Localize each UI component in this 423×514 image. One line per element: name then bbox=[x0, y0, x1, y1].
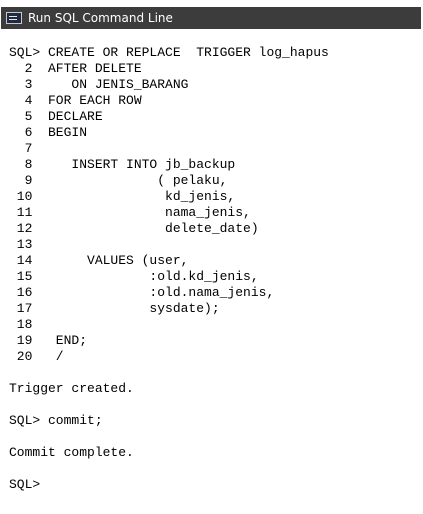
sql-prompt-input[interactable]: SQL> bbox=[9, 477, 419, 493]
console-line: 3 ON JENIS_BARANG bbox=[9, 77, 189, 92]
console-line: 6 BEGIN bbox=[9, 125, 88, 140]
console-line: 13 bbox=[9, 237, 33, 252]
console-line: Trigger created. bbox=[9, 381, 134, 396]
console-line: 5 DECLARE bbox=[9, 109, 103, 124]
console-line: 2 AFTER DELETE bbox=[9, 61, 142, 76]
console-line: SQL> commit; bbox=[9, 413, 103, 428]
console-line: 7 bbox=[9, 141, 33, 156]
console-line: 11 nama_jenis, bbox=[9, 205, 251, 220]
console-line: SQL> CREATE OR REPLACE TRIGGER log_hapus bbox=[9, 45, 329, 60]
console-line: 16 :old.nama_jenis, bbox=[9, 285, 275, 300]
console-line: 18 bbox=[9, 317, 33, 332]
console-line: 17 sysdate); bbox=[9, 301, 220, 316]
window-title: Run SQL Command Line bbox=[28, 11, 173, 25]
console-line: 8 INSERT INTO jb_backup bbox=[9, 157, 236, 172]
console-line: 20 / bbox=[9, 349, 64, 364]
console-line: 19 END; bbox=[9, 333, 88, 348]
console-line: 9 ( pelaku, bbox=[9, 173, 228, 188]
console-line: 14 VALUES (user, bbox=[9, 253, 189, 268]
title-bar[interactable]: Run SQL Command Line bbox=[1, 7, 421, 29]
console-line: 10 kd_jenis, bbox=[9, 189, 236, 204]
console-line: 12 delete_date) bbox=[9, 221, 259, 236]
sql-command-line-window: Run SQL Command Line SQL> CREATE OR REPL… bbox=[0, 0, 423, 514]
console-line: 4 FOR EACH ROW bbox=[9, 93, 142, 108]
sqlplus-app-icon[interactable] bbox=[6, 12, 22, 24]
console-line: 15 :old.kd_jenis, bbox=[9, 269, 259, 284]
console-output[interactable]: SQL> CREATE OR REPLACE TRIGGER log_hapus… bbox=[9, 45, 419, 510]
console-line: Commit complete. bbox=[9, 445, 134, 460]
